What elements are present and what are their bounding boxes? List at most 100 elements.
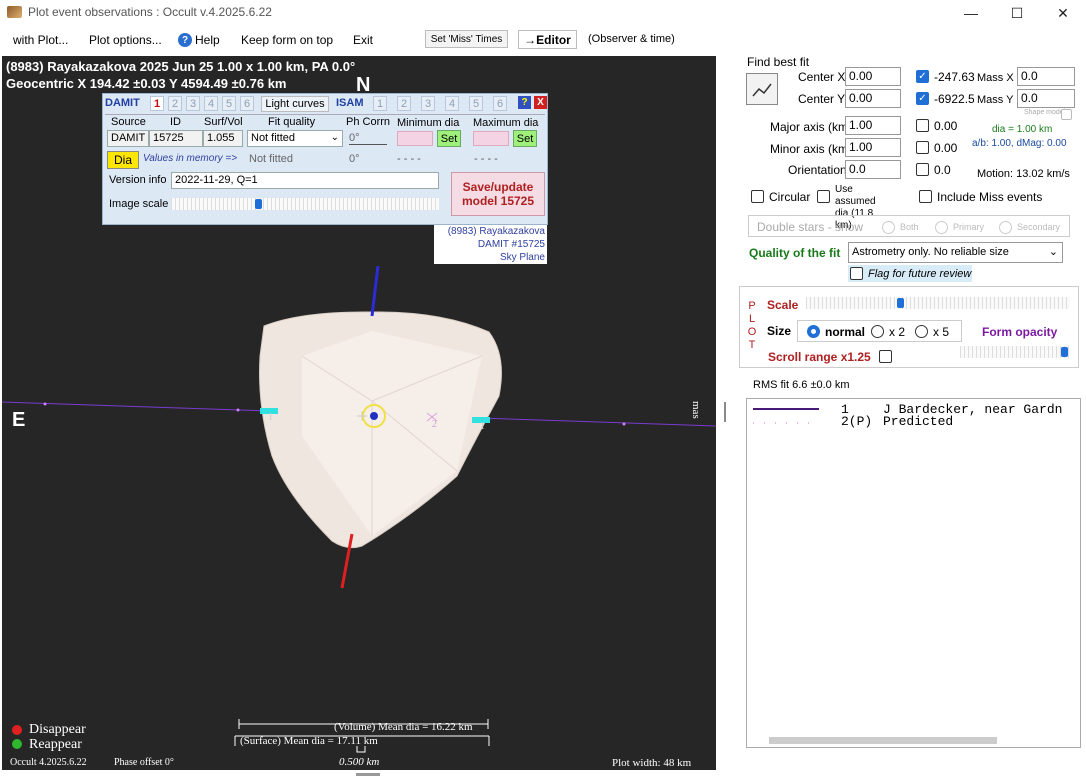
panel-close-button[interactable]: X [534, 96, 547, 109]
legend-horizontal-scrollbar[interactable] [769, 737, 997, 744]
flag-review-checkbox[interactable] [850, 267, 863, 280]
dia-info: dia = 1.00 km [992, 124, 1053, 135]
col-surfvol: Surf/Vol [204, 116, 243, 128]
include-miss-checkbox[interactable] [919, 190, 932, 203]
damit-tab-2[interactable]: 2 [168, 96, 182, 111]
image-scale-thumb[interactable] [255, 199, 262, 209]
radio-secondary[interactable] [999, 221, 1012, 234]
fit-quality-select[interactable]: Not fitted ⌄ [247, 130, 343, 147]
plot-canvas[interactable]: (8983) Rayakazakova 2025 Jun 25 1.00 x 1… [2, 56, 716, 770]
memory-fit: Not fitted [249, 153, 294, 165]
orientation-checkbox[interactable] [916, 163, 929, 176]
max-dia-field[interactable] [473, 131, 509, 146]
isam-tab-6[interactable]: 6 [493, 96, 507, 111]
menu-keep-on-top[interactable]: Keep form on top [241, 33, 333, 47]
save-update-model-button[interactable]: Save/update model 15725 [451, 172, 545, 216]
radio-primary[interactable] [935, 221, 948, 234]
title-bar: Plot event observations : Occult v.4.202… [0, 0, 1086, 26]
size-x2-radio[interactable] [871, 325, 884, 338]
isam-tab-4[interactable]: 4 [445, 96, 459, 111]
disappear-legend-dot [12, 725, 22, 735]
col-source: Source [111, 116, 146, 128]
dia-button[interactable]: Dia [107, 151, 139, 169]
help-icon: ? [178, 33, 192, 47]
radio-both-label: Both [900, 222, 919, 232]
menu-with-plot[interactable]: with Plot... [13, 33, 68, 47]
chord-label-right: 1 [480, 421, 485, 432]
plot-letter: L [748, 313, 756, 325]
chord-label-left: 1 [268, 412, 273, 423]
find-best-fit-label: Find best fit [747, 55, 810, 69]
minimize-button[interactable]: — [948, 0, 994, 26]
center-y-input[interactable]: 0.00 [845, 89, 901, 108]
light-curves-button[interactable]: Light curves [261, 96, 329, 112]
damit-tab-1[interactable]: 1 [150, 96, 164, 111]
reappear-legend-dot [12, 739, 22, 749]
image-scale-slider[interactable] [171, 198, 439, 210]
damit-tab-5[interactable]: 5 [222, 96, 236, 111]
size-x5-radio[interactable] [915, 325, 928, 338]
center-dot [370, 412, 378, 420]
minor-axis-checkbox[interactable] [916, 141, 929, 154]
surface-dia-label: (Surface) Mean dia = 17.11 km [240, 735, 378, 747]
bottom-grip[interactable] [356, 773, 380, 776]
maximize-button[interactable]: ☐ [994, 0, 1040, 26]
radio-both[interactable] [882, 221, 895, 234]
menu-plot-options[interactable]: Plot options... [89, 33, 162, 47]
mass-y-input[interactable]: 0.0 [1017, 89, 1075, 108]
model-caption-line: DAMIT #15725 [477, 239, 545, 250]
surfvol-field: 1.055 [203, 130, 243, 147]
center-x-label: Center X [798, 70, 846, 84]
max-dia-set-button[interactable]: Set [513, 130, 537, 147]
damit-tab-6[interactable]: 6 [240, 96, 254, 111]
min-dia-set-button[interactable]: Set [437, 130, 461, 147]
legend-row-2-num: 2(P) [841, 414, 873, 429]
panel-help-button[interactable]: ? [518, 96, 531, 109]
form-opacity-slider[interactable] [960, 346, 1070, 358]
menu-help[interactable]: ? Help [178, 33, 220, 47]
ph-corr-field[interactable]: 0° [349, 132, 387, 145]
use-assumed-checkbox[interactable] [817, 190, 830, 203]
scale-slider[interactable] [806, 297, 1070, 309]
observer-legend-list[interactable]: 1 J Bardecker, near Gardn 2(P) Predicted [746, 398, 1081, 748]
scale-bar-label: 0.500 km [339, 756, 380, 768]
version-info-field[interactable]: 2022-11-29, Q=1 [171, 172, 439, 189]
center-x-checkbox[interactable]: ✓ [916, 70, 929, 83]
splitter-handle[interactable] [724, 402, 726, 422]
isam-tab-1[interactable]: 1 [373, 96, 387, 111]
isam-tab-5[interactable]: 5 [469, 96, 483, 111]
center-x-input[interactable]: 0.00 [845, 67, 901, 86]
major-axis-checkbox[interactable] [916, 119, 929, 132]
minor-axis-label: Minor axis (km) [770, 142, 853, 156]
disappear-label: Disappear [29, 722, 86, 737]
editor-button[interactable]: →Editor [518, 30, 577, 49]
observer-time-label[interactable]: (Observer & time) [588, 33, 675, 45]
form-opacity-thumb[interactable] [1061, 347, 1068, 357]
center-y-result: -6922.52 [934, 92, 974, 106]
legend-row-2-text: Predicted [883, 414, 954, 429]
scroll-range-checkbox[interactable] [879, 350, 892, 363]
find-best-fit-button[interactable] [746, 73, 778, 105]
circular-checkbox[interactable] [751, 190, 764, 203]
major-axis-input[interactable]: 1.00 [845, 116, 901, 135]
close-button[interactable]: ✕ [1040, 0, 1086, 26]
menu-bar: with Plot... Plot options... ? Help Keep… [0, 28, 720, 52]
major-axis-result: 0.00 [934, 119, 958, 133]
center-y-checkbox[interactable]: ✓ [916, 92, 929, 105]
isam-tab-3[interactable]: 3 [421, 96, 435, 111]
set-miss-times-button[interactable]: Set 'Miss' Times [425, 30, 508, 48]
quality-of-fit-select[interactable]: Astrometry only. No reliable size ⌄ [848, 242, 1063, 263]
orientation-input[interactable]: 0.0 [845, 160, 901, 179]
menu-exit[interactable]: Exit [353, 33, 373, 47]
size-normal-radio[interactable] [807, 325, 820, 338]
minor-axis-input[interactable]: 1.00 [845, 138, 901, 157]
chord-dot [43, 402, 47, 406]
isam-tab-2[interactable]: 2 [397, 96, 411, 111]
shape-model-checkbox[interactable] [1061, 109, 1072, 120]
damit-tab-3[interactable]: 3 [186, 96, 200, 111]
mass-x-input[interactable]: 0.0 [1017, 67, 1075, 86]
scale-thumb[interactable] [897, 298, 904, 308]
damit-tab-4[interactable]: 4 [204, 96, 218, 111]
min-dia-field[interactable] [397, 131, 433, 146]
center-x-result: -247.63 [934, 70, 975, 84]
